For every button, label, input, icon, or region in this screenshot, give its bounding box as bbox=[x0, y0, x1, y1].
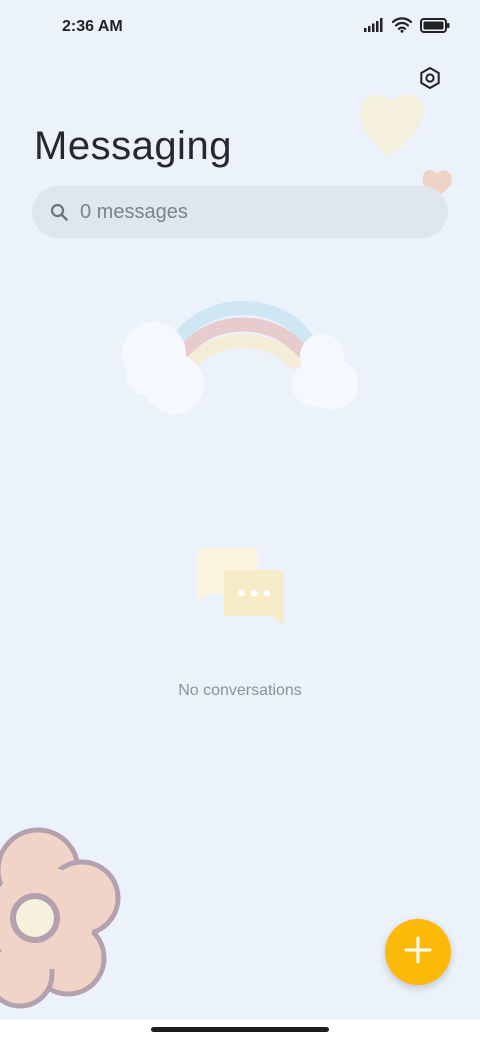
rainbow-decoration bbox=[122, 301, 358, 414]
search-placeholder: 0 messages bbox=[80, 200, 188, 223]
flower-decoration bbox=[0, 827, 121, 1009]
status-time: 2:36 AM bbox=[62, 18, 123, 35]
page-title: Messaging bbox=[34, 124, 232, 168]
status-icons bbox=[364, 17, 450, 38]
chat-bubbles-icon bbox=[198, 548, 284, 626]
home-indicator[interactable] bbox=[151, 1027, 329, 1032]
empty-state-message: No conversations bbox=[178, 682, 302, 699]
settings-button[interactable] bbox=[414, 64, 446, 96]
plus-icon bbox=[404, 936, 432, 969]
signal-icon bbox=[364, 18, 384, 37]
new-conversation-button[interactable] bbox=[385, 919, 451, 985]
search-icon bbox=[50, 201, 72, 223]
settings-icon bbox=[418, 66, 442, 95]
wifi-icon bbox=[391, 17, 413, 38]
battery-icon bbox=[420, 17, 450, 38]
search-bar[interactable]: 0 messages bbox=[32, 186, 448, 238]
